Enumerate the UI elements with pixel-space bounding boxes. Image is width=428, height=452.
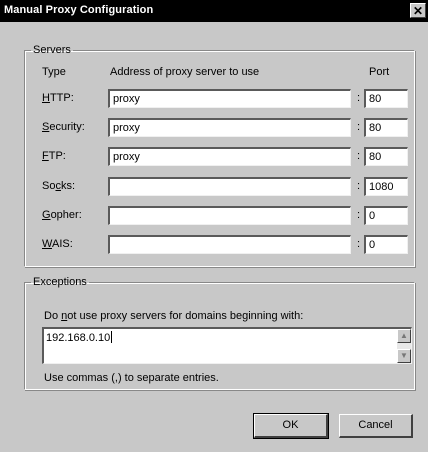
- cancel-button[interactable]: Cancel: [339, 414, 413, 438]
- security-label: Security:: [42, 121, 85, 133]
- socks-separator: :: [357, 180, 361, 192]
- exceptions-description: Do not use proxy servers for domains beg…: [44, 310, 304, 322]
- dialog-title: Manual Proxy Configuration: [4, 4, 154, 16]
- wais-address-input[interactable]: [108, 235, 351, 254]
- http-address-input[interactable]: proxy: [108, 89, 351, 108]
- exceptions-scrollbar[interactable]: ▲ ▼: [397, 329, 411, 363]
- security-separator: :: [357, 121, 361, 133]
- title-bar: Manual Proxy Configuration ✕: [0, 0, 428, 22]
- ftp-address-input[interactable]: proxy: [108, 147, 351, 166]
- gopher-label: Gopher:: [42, 209, 82, 221]
- security-address-input[interactable]: proxy: [108, 118, 351, 137]
- port-column-header: Port: [369, 66, 390, 78]
- ftp-label: FTP:: [42, 150, 66, 162]
- wais-separator: :: [357, 238, 361, 250]
- ftp-separator: :: [357, 150, 361, 162]
- security-port-input[interactable]: 80: [364, 118, 408, 137]
- gopher-separator: :: [357, 209, 361, 221]
- scroll-down-icon[interactable]: ▼: [397, 349, 411, 363]
- servers-legend: Servers: [33, 44, 71, 56]
- socks-port-input[interactable]: 1080: [364, 177, 408, 196]
- scroll-up-icon[interactable]: ▲: [397, 329, 411, 343]
- http-port-input[interactable]: 80: [364, 89, 408, 108]
- type-column-header: Type: [42, 66, 66, 78]
- text-caret: [111, 331, 113, 343]
- exceptions-hint: Use commas (,) to separate entries.: [44, 372, 219, 384]
- address-column-header: Address of proxy server to use: [110, 66, 260, 78]
- socks-address-input[interactable]: [108, 177, 351, 196]
- gopher-port-input[interactable]: 0: [364, 206, 408, 225]
- wais-port-input[interactable]: 0: [364, 235, 408, 254]
- wais-label: WAIS:: [42, 238, 73, 250]
- exceptions-legend: Exceptions: [33, 276, 87, 288]
- ok-button[interactable]: OK: [253, 413, 329, 439]
- exceptions-textarea[interactable]: 192.168.0.10 ▲ ▼: [42, 327, 412, 364]
- ftp-port-input[interactable]: 80: [364, 147, 408, 166]
- http-label: HTTP:: [42, 92, 74, 104]
- exceptions-value: 192.168.0.10: [46, 332, 111, 344]
- http-separator: :: [357, 92, 361, 104]
- gopher-address-input[interactable]: [108, 206, 351, 225]
- close-icon[interactable]: ✕: [410, 3, 426, 18]
- proxy-config-dialog: Manual Proxy Configuration ✕ Servers Typ…: [0, 0, 428, 452]
- socks-label: Socks:: [42, 180, 76, 192]
